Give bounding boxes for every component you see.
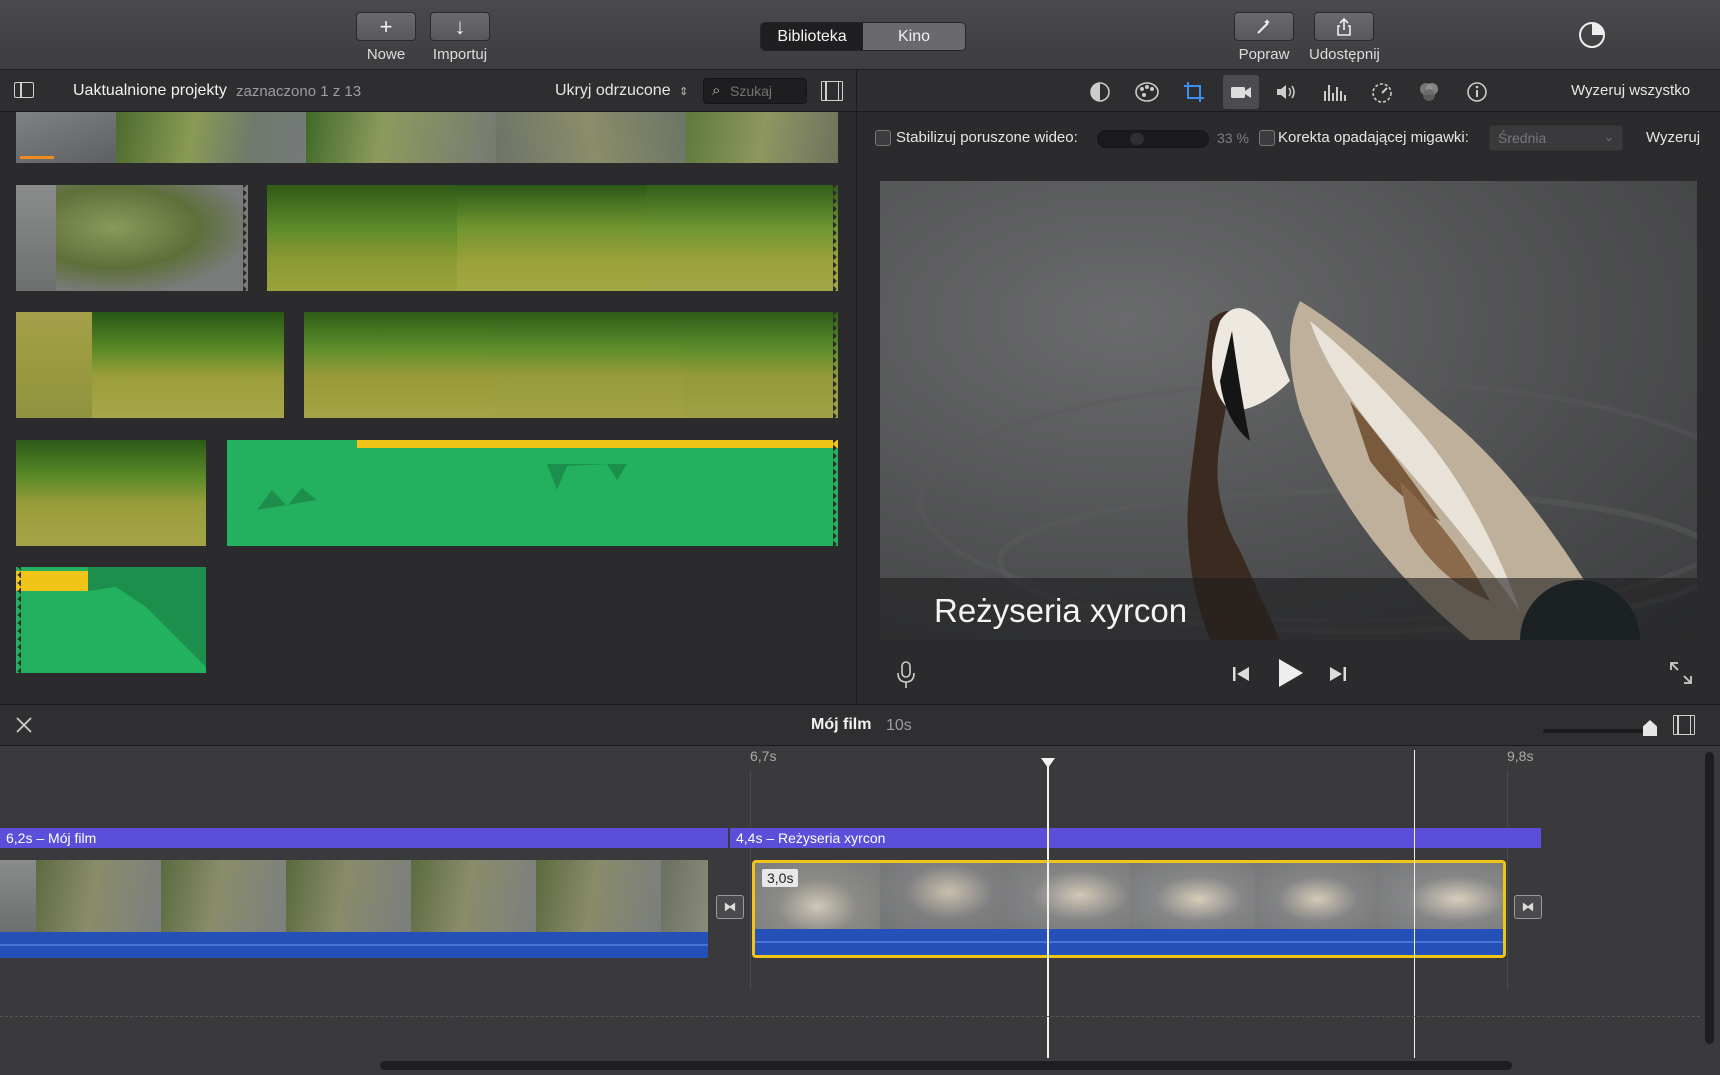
audio-lane-divider [0,1016,1700,1017]
rolling-shutter-value: Średnia [1498,130,1547,146]
rolling-shutter-label: Korekta opadającej migawki: [1278,129,1469,146]
video-clip[interactable] [0,860,708,958]
skip-forward-icon[interactable] [1325,661,1351,687]
transition-icon[interactable]: ⧓ [1514,895,1542,919]
background-tasks-icon[interactable] [1578,21,1606,49]
search-field[interactable]: ⌕ [703,78,807,104]
slider-knob[interactable] [1130,133,1144,145]
time-marker-left: 6,7s [750,748,777,764]
import-label: Importuj [432,46,488,63]
equalizer-icon[interactable] [1319,77,1349,107]
audio-clip[interactable] [16,567,206,673]
fullscreen-icon[interactable] [1668,660,1694,686]
palette-icon[interactable] [1132,77,1162,107]
close-icon[interactable] [14,715,34,735]
skimmer-line [1414,750,1415,1058]
event-browser [0,112,856,704]
skip-back-icon[interactable] [1228,661,1254,687]
main-toolbar: + Nowe ↓ Importuj Biblioteka Kino Popraw… [0,0,1720,70]
video-preview: Reżyseria xyrcon [880,181,1697,640]
project-title: Mój film [811,716,872,733]
search-input[interactable] [730,81,802,101]
zoom-slider-knob[interactable] [1643,720,1657,736]
enhance-button[interactable]: Popraw [1234,12,1294,63]
filters-icon[interactable] [1414,77,1444,107]
stabilize-slider[interactable] [1097,130,1209,148]
transition-icon[interactable]: ⧓ [716,895,744,919]
enhance-label: Popraw [1238,46,1290,63]
sidebar-toggle-icon[interactable] [14,82,34,98]
playhead[interactable] [1041,758,1055,1058]
time-marker-right: 9,8s [1507,748,1534,764]
volume-icon[interactable] [1271,77,1301,107]
reset-button[interactable]: Wyzeruj [1646,129,1700,146]
filmstrip-icon[interactable] [821,81,843,101]
import-button[interactable]: ↓ Importuj [430,12,490,63]
library-header: Uaktualnione projekty zaznaczono 1 z 13 … [0,70,856,112]
rolling-shutter-checkbox[interactable] [1259,130,1275,146]
title-overlay-bar: Reżyseria xyrcon [880,578,1697,640]
title-clip-selected[interactable]: 4,4s – Reżyseria xyrcon [730,828,1541,848]
audio-waveform [227,440,838,546]
new-label: Nowe [366,46,406,63]
ruler-tick [1507,770,1508,990]
tab-theater[interactable]: Kino [863,23,965,50]
zoom-slider[interactable] [1543,720,1657,736]
color-balance-icon[interactable] [1085,77,1115,107]
stabilize-checkbox[interactable] [875,130,891,146]
audio-track [0,932,708,958]
arrow-down-icon: ↓ [430,12,490,41]
microphone-icon[interactable] [895,660,917,690]
clip-thumbnail[interactable] [16,185,248,291]
clip-thumbnail[interactable] [16,312,284,418]
audio-waveform [16,567,206,673]
selection-count: zaznaczono 1 z 13 [236,83,362,100]
project-duration: 10s [886,717,912,734]
audio-track [755,929,1503,955]
chevron-down-icon: ⌄ [1603,130,1614,144]
stabilization-row: Stabilizuj poruszone wideo: 33 % Korekta… [857,112,1720,164]
updown-chevron-icon: ⇕ [679,86,689,98]
reset-all-button[interactable]: Wyzeruj wszystko [1571,82,1690,99]
clip-appearance-icon[interactable] [1673,715,1695,735]
stabilize-percent: 33 % [1217,130,1249,146]
clip-thumbnail[interactable] [267,185,838,291]
horizontal-scrollbar[interactable] [380,1061,1512,1070]
filter-label: Ukryj odrzucone [555,82,671,99]
share-button[interactable]: Udostępnij [1309,12,1380,63]
filter-popup[interactable]: Ukryj odrzucone ⇕ [555,82,688,100]
rolling-shutter-select[interactable]: Średnia ⌄ [1489,125,1623,151]
video-clip-selected[interactable]: 3,0s [752,860,1506,958]
title-clip[interactable]: 6,2s – Mój film [0,828,728,848]
share-icon [1314,12,1375,41]
tab-library[interactable]: Biblioteka [761,23,863,50]
audio-clip[interactable] [227,440,838,546]
stabilize-label: Stabilizuj poruszone wideo: [896,129,1078,146]
magic-wand-icon [1234,12,1294,41]
clip-thumbnail[interactable] [16,112,838,163]
plus-icon: + [356,12,416,41]
share-label: Udostępnij [1309,46,1380,63]
stabilization-camera-icon[interactable] [1223,75,1259,109]
duration-badge: 3,0s [762,869,799,887]
clip-thumbnail[interactable] [304,312,838,418]
viewer-panel: Wyzeruj wszystko Stabilizuj poruszone wi… [856,70,1720,704]
progress-marker [20,156,54,159]
adjustments-bar: Wyzeruj wszystko [857,70,1720,112]
new-button[interactable]: + Nowe [356,12,416,63]
library-title: Uaktualnione projekty [73,82,227,99]
timeline-header: Mój film 10s [0,704,1720,746]
view-segmented-control: Biblioteka Kino [760,22,966,51]
speed-gauge-icon[interactable] [1367,77,1397,107]
title-overlay-text[interactable]: Reżyseria xyrcon [934,592,1187,630]
vertical-scrollbar[interactable] [1705,752,1714,1044]
timeline: 6,7s 9,8s 6,2s – Mój film 4,4s – Reżyser… [0,746,1720,1075]
info-icon[interactable] [1462,77,1492,107]
duck-video-frame [917,301,1697,640]
play-icon[interactable] [1275,656,1305,690]
clip-thumbnail[interactable] [16,440,206,546]
crop-icon[interactable] [1179,77,1209,107]
search-icon: ⌕ [712,82,721,99]
ruler-tick [750,770,751,990]
